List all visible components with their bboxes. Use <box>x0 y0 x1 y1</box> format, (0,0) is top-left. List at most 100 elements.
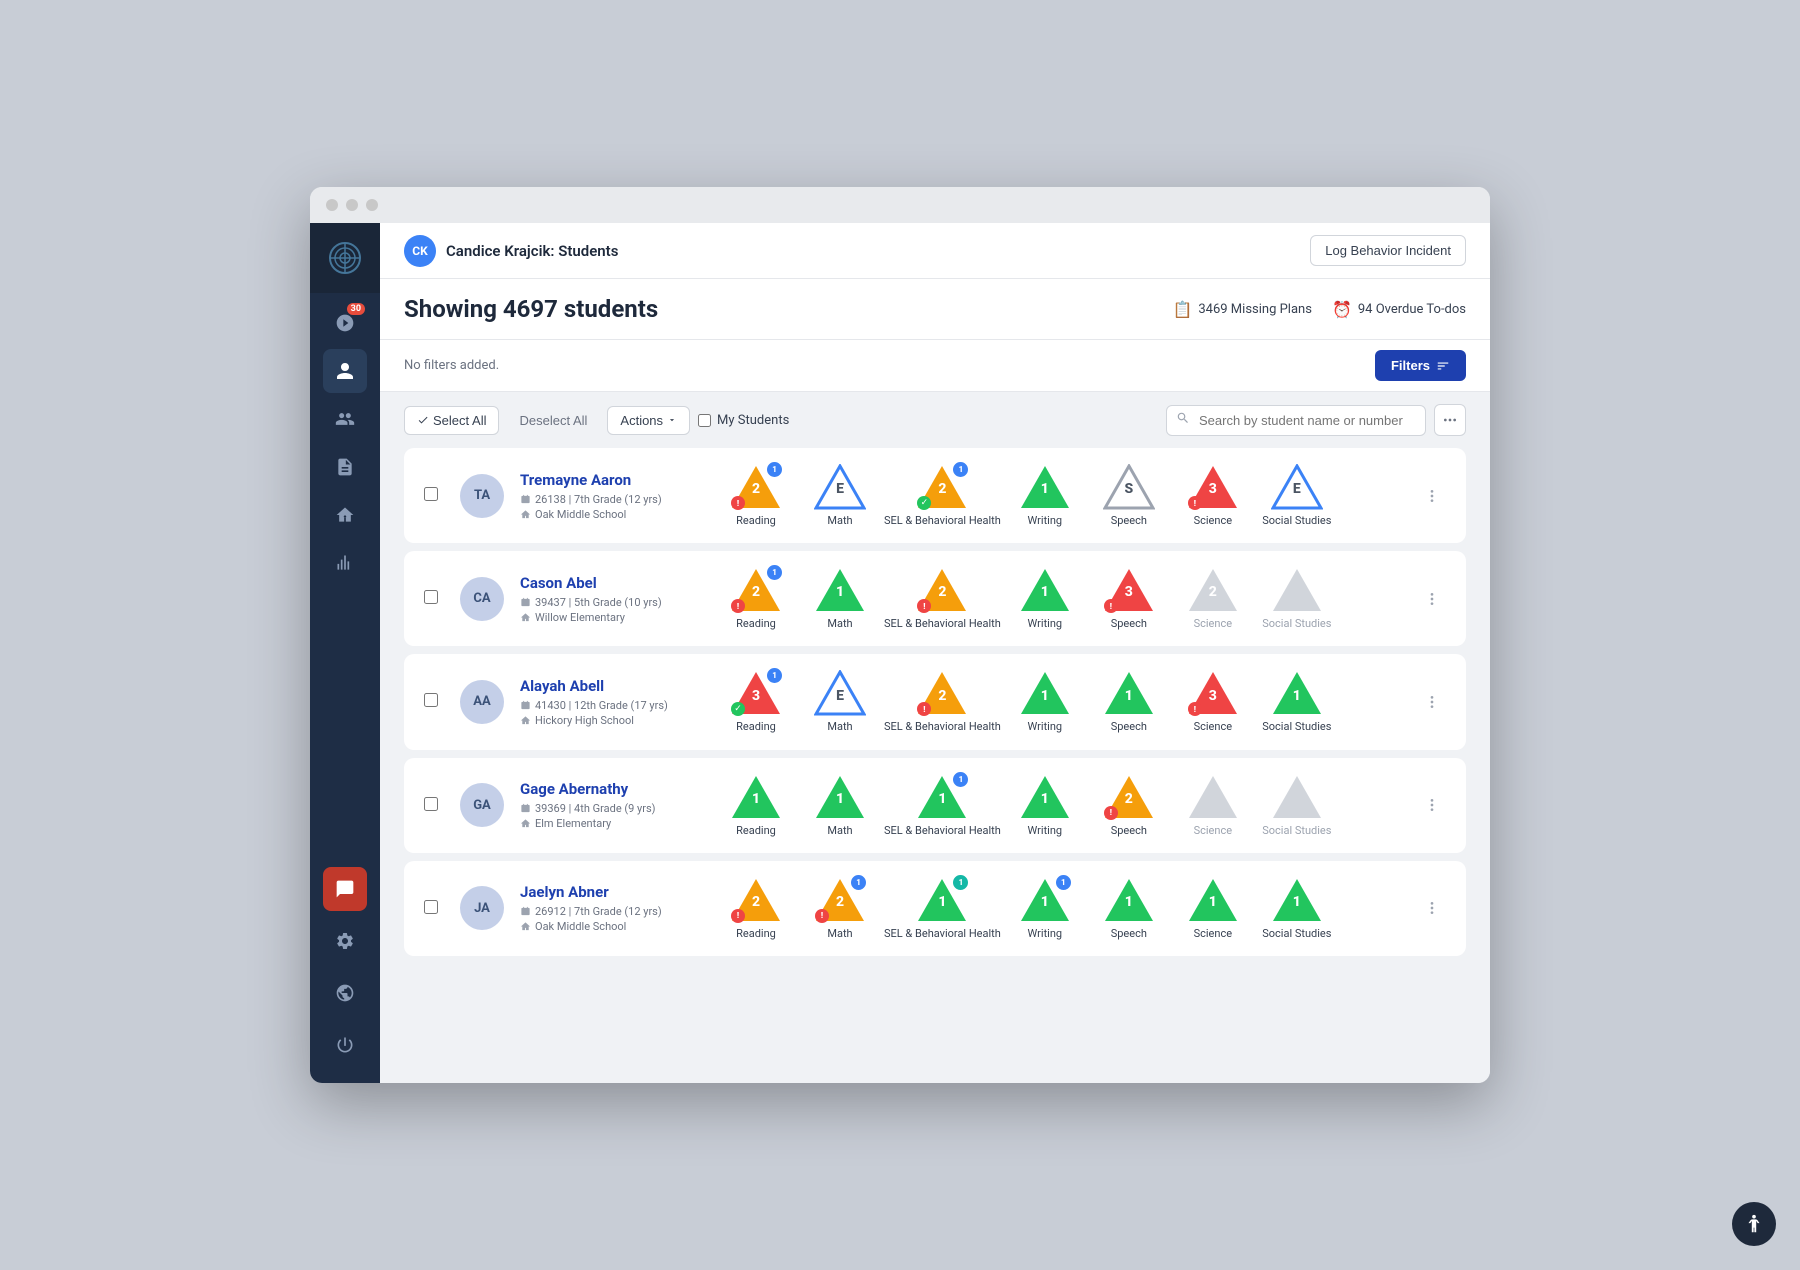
subject-item[interactable]: 3 1 ✓ Reading <box>716 670 796 733</box>
filters-button[interactable]: Filters <box>1375 350 1466 381</box>
subject-triangle: 1 <box>1019 670 1071 716</box>
page-title: Showing 4697 students <box>404 295 658 323</box>
more-options-button[interactable] <box>1434 404 1466 436</box>
traffic-light-maximize[interactable] <box>366 199 378 211</box>
subject-item[interactable]: 2 1 Reading <box>716 464 796 527</box>
deselect-all-button[interactable]: Deselect All <box>507 407 599 434</box>
row-more-button[interactable] <box>1418 482 1446 510</box>
row-more-button[interactable] <box>1418 894 1446 922</box>
sidebar-item-chat[interactable] <box>323 867 367 911</box>
row-more-button[interactable] <box>1418 585 1446 613</box>
subject-triangle: 1 <box>1019 774 1071 820</box>
subject-item[interactable]: 1 Math <box>800 567 880 630</box>
subject-item[interactable]: 2 Reading <box>716 877 796 940</box>
select-all-button[interactable]: Select All <box>404 406 499 435</box>
row-checkbox-wrap[interactable] <box>424 796 444 815</box>
subject-item[interactable]: 1 Social Studies <box>1257 670 1337 733</box>
subject-item[interactable]: 2 Speech <box>1089 774 1169 837</box>
accessibility-button[interactable] <box>1732 1202 1776 1246</box>
subject-item[interactable]: Social Studies <box>1257 567 1337 630</box>
subject-item[interactable]: 1 Writing <box>1005 670 1085 733</box>
sidebar-item-documents[interactable] <box>323 445 367 489</box>
notification-badge: 30 <box>347 303 365 315</box>
subject-item[interactable]: E Math <box>800 464 880 527</box>
subject-item[interactable]: E Social Studies <box>1257 464 1337 527</box>
subject-item[interactable]: 1 1 SEL & Behavioral Health <box>884 774 1001 837</box>
row-checkbox[interactable] <box>424 797 438 811</box>
sidebar-item-globe[interactable] <box>323 971 367 1015</box>
row-checkbox-wrap[interactable] <box>424 486 444 505</box>
subject-item[interactable]: 3 Speech <box>1089 567 1169 630</box>
row-more-button[interactable] <box>1418 688 1446 716</box>
subject-item[interactable]: 1 Writing <box>1005 774 1085 837</box>
row-checkbox[interactable] <box>424 487 438 501</box>
my-students-checkbox[interactable]: My Students <box>698 413 789 428</box>
log-behavior-button[interactable]: Log Behavior Incident <box>1310 235 1466 266</box>
sidebar-item-buildings[interactable] <box>323 493 367 537</box>
subject-item[interactable]: 1 1 Writing <box>1005 877 1085 940</box>
student-avatar: GA <box>460 783 504 827</box>
student-name[interactable]: Cason Abel <box>520 574 700 592</box>
table-row[interactable]: CA Cason Abel 39437 | 5th Grade (10 yrs)… <box>404 551 1466 646</box>
student-name[interactable]: Alayah Abell <box>520 677 700 695</box>
subject-item[interactable]: S Speech <box>1089 464 1169 527</box>
row-checkbox[interactable] <box>424 693 438 707</box>
subject-item[interactable]: 1 Writing <box>1005 464 1085 527</box>
subject-item[interactable]: 1 Social Studies <box>1257 877 1337 940</box>
row-checkbox-wrap[interactable] <box>424 899 444 918</box>
subject-item[interactable]: Science <box>1173 774 1253 837</box>
subject-item[interactable]: 3 Science <box>1173 670 1253 733</box>
subject-item[interactable]: E Math <box>800 670 880 733</box>
subject-item[interactable]: Social Studies <box>1257 774 1337 837</box>
subject-triangle: S <box>1103 464 1155 510</box>
subject-label-text: Speech <box>1111 514 1147 527</box>
subject-item[interactable]: 1 Science <box>1173 877 1253 940</box>
subject-label-text: SEL & Behavioral Health <box>884 927 1001 940</box>
subject-item[interactable]: 2 SEL & Behavioral Health <box>884 670 1001 733</box>
search-input[interactable] <box>1166 405 1426 436</box>
subject-alert <box>731 909 745 923</box>
subject-item[interactable]: 2 1 Reading <box>716 567 796 630</box>
subject-label-text: Reading <box>736 617 776 630</box>
subject-item[interactable]: 1 Reading <box>716 774 796 837</box>
search-box <box>1166 405 1426 436</box>
subject-label-text: Speech <box>1111 617 1147 630</box>
table-row[interactable]: TA Tremayne Aaron 26138 | 7th Grade (12 … <box>404 448 1466 543</box>
subject-item[interactable]: 3 Science <box>1173 464 1253 527</box>
my-students-input[interactable] <box>698 414 711 427</box>
subject-item[interactable]: 1 Speech <box>1089 877 1169 940</box>
subject-item[interactable]: 1 Writing <box>1005 567 1085 630</box>
subject-item[interactable]: 1 1 SEL & Behavioral Health <box>884 877 1001 940</box>
header-stats: 📋 3469 Missing Plans ⏰ 94 Overdue To-dos <box>1172 300 1466 319</box>
table-row[interactable]: AA Alayah Abell 41430 | 12th Grade (17 y… <box>404 654 1466 749</box>
sidebar-item-analytics[interactable] <box>323 541 367 585</box>
traffic-light-close[interactable] <box>326 199 338 211</box>
no-filters-label: No filters added. <box>404 358 499 373</box>
subject-item[interactable]: 1 Speech <box>1089 670 1169 733</box>
table-row[interactable]: JA Jaelyn Abner 26912 | 7th Grade (12 yr… <box>404 861 1466 956</box>
student-name[interactable]: Gage Abernathy <box>520 780 700 798</box>
student-name[interactable]: Jaelyn Abner <box>520 883 700 901</box>
row-checkbox[interactable] <box>424 900 438 914</box>
subject-item[interactable]: 2 Science <box>1173 567 1253 630</box>
row-checkbox-wrap[interactable] <box>424 692 444 711</box>
subject-item[interactable]: 1 Math <box>800 774 880 837</box>
subject-label-text: Math <box>827 617 852 630</box>
row-checkbox-wrap[interactable] <box>424 589 444 608</box>
subject-triangle: 1 <box>1019 567 1071 613</box>
sidebar-item-groups[interactable] <box>323 397 367 441</box>
subject-triangle: 2 <box>916 567 968 613</box>
row-checkbox[interactable] <box>424 590 438 604</box>
table-row[interactable]: GA Gage Abernathy 39369 | 4th Grade (9 y… <box>404 758 1466 853</box>
subject-item[interactable]: 2 1 ✓ SEL & Behavioral Health <box>884 464 1001 527</box>
traffic-light-minimize[interactable] <box>346 199 358 211</box>
sidebar-item-students[interactable] <box>323 349 367 393</box>
sidebar-item-notifications[interactable]: 30 <box>323 301 367 345</box>
actions-button[interactable]: Actions <box>607 406 690 435</box>
subject-item[interactable]: 2 1 Math <box>800 877 880 940</box>
student-name[interactable]: Tremayne Aaron <box>520 471 700 489</box>
sidebar-item-power[interactable] <box>323 1023 367 1067</box>
sidebar-item-settings[interactable] <box>323 919 367 963</box>
subject-item[interactable]: 2 SEL & Behavioral Health <box>884 567 1001 630</box>
row-more-button[interactable] <box>1418 791 1446 819</box>
